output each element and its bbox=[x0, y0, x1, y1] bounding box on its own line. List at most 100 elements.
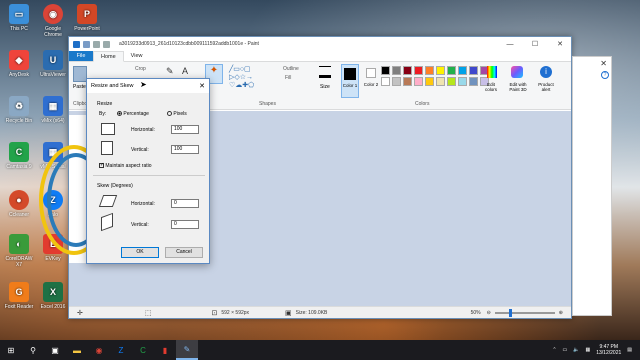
palette-swatch[interactable] bbox=[469, 77, 478, 86]
edit-paint3d-button[interactable]: Edit with Paint 3D bbox=[505, 82, 531, 92]
cancel-button[interactable]: Cancel bbox=[165, 247, 203, 258]
palette-swatch[interactable] bbox=[447, 66, 456, 75]
coreldraw-icon: ◐ bbox=[9, 234, 29, 254]
size-icon[interactable] bbox=[319, 66, 331, 78]
text-tool-icon[interactable]: A bbox=[182, 66, 188, 76]
palette-swatch[interactable] bbox=[436, 77, 445, 86]
palette-swatch[interactable] bbox=[447, 77, 456, 86]
palette-swatch[interactable] bbox=[469, 66, 478, 75]
percentage-radio[interactable] bbox=[117, 111, 122, 117]
start-button[interactable]: ⊞ bbox=[0, 340, 22, 360]
file-explorer-icon[interactable]: ▬ bbox=[66, 340, 88, 360]
chrome-taskbar-icon[interactable]: ◉ bbox=[88, 340, 110, 360]
image-dimensions: 592 × 592px bbox=[221, 309, 250, 316]
palette-swatch[interactable] bbox=[436, 66, 445, 75]
palette-swatch[interactable] bbox=[425, 77, 434, 86]
office-taskbar-icon[interactable]: ▮ bbox=[154, 340, 176, 360]
size-label: Size bbox=[320, 84, 330, 90]
zoom-level: 50% bbox=[470, 309, 481, 316]
zoom-slider[interactable] bbox=[494, 308, 555, 317]
desktop-icon-this-pc[interactable]: ▭ This PC bbox=[2, 4, 36, 32]
palette-swatch[interactable] bbox=[414, 77, 423, 86]
outline-dropdown[interactable]: Outline bbox=[283, 66, 299, 72]
zalo-taskbar-icon[interactable]: Z bbox=[110, 340, 132, 360]
volume-icon[interactable]: 🔈 bbox=[573, 347, 579, 353]
palette-swatch[interactable] bbox=[458, 66, 467, 75]
pixels-radio[interactable] bbox=[167, 111, 172, 117]
clock[interactable]: 9:47 PM 13/12/2021 bbox=[596, 344, 621, 356]
palette-swatch[interactable] bbox=[403, 66, 412, 75]
fill-dropdown[interactable]: Fill bbox=[285, 75, 291, 81]
palette-swatch[interactable] bbox=[403, 77, 412, 86]
maximize-button[interactable]: ☐ bbox=[524, 37, 546, 51]
search-icon[interactable]: ⚲ bbox=[22, 340, 44, 360]
tab-view[interactable]: View bbox=[124, 51, 150, 61]
shapes-group-label: Shapes bbox=[259, 101, 276, 107]
tab-home[interactable]: Home bbox=[93, 51, 124, 62]
chrome-icon: ◉ bbox=[43, 4, 63, 24]
color2-button[interactable]: Color 2 bbox=[363, 64, 379, 98]
palette-swatch[interactable] bbox=[392, 77, 401, 86]
palette-swatch[interactable] bbox=[425, 66, 434, 75]
desktop-icon-ultraviewer[interactable]: U UltraViewer bbox=[36, 50, 70, 78]
palette-swatch[interactable] bbox=[414, 66, 423, 75]
network-icon[interactable]: ▭ bbox=[563, 347, 568, 353]
shapes-gallery[interactable]: ╱▭○▢ ▷◇☆→ ♡☁✚⬠ bbox=[229, 66, 265, 92]
resize-horizontal-input[interactable]: 100 bbox=[171, 125, 199, 134]
desktop-icon-camtasia[interactable]: C Camtasia 9 bbox=[2, 142, 36, 170]
close-button[interactable]: ✕ bbox=[549, 37, 571, 51]
pencil-icon[interactable]: ✎ bbox=[166, 66, 180, 78]
tab-file[interactable]: File bbox=[69, 51, 93, 61]
move-icon: ✛ bbox=[77, 309, 83, 317]
pixels-option[interactable]: Pixels bbox=[167, 111, 187, 117]
camtasia-taskbar-icon[interactable]: C bbox=[132, 340, 154, 360]
maintain-aspect-checkbox[interactable]: ✓ bbox=[99, 163, 104, 169]
product-alert-button[interactable]: Product alert bbox=[535, 82, 557, 92]
language-indicator-icon[interactable]: ▦ bbox=[586, 347, 591, 353]
paste-icon[interactable] bbox=[73, 66, 87, 82]
paint-app-icon bbox=[73, 40, 80, 48]
file-size: Size: 109.0KB bbox=[295, 309, 328, 316]
edit-colors-button[interactable]: Edit colors bbox=[481, 82, 501, 92]
zoom-in-button[interactable]: ⊕ bbox=[559, 310, 563, 316]
dialog-close-icon[interactable]: ✕ bbox=[199, 82, 205, 90]
desktop-icon-recycle-bin[interactable]: ♻ Recycle Bin bbox=[2, 96, 36, 124]
paint-taskbar-icon[interactable]: ✎ bbox=[176, 340, 198, 360]
chevron-up-icon[interactable]: ⌃ bbox=[552, 347, 556, 353]
zoom-slider-thumb[interactable] bbox=[508, 308, 512, 317]
notifications-icon[interactable]: ▤ bbox=[627, 347, 632, 353]
skew-vertical-input[interactable]: 0 bbox=[171, 220, 199, 229]
palette-swatch[interactable] bbox=[381, 66, 390, 75]
palette-swatch[interactable] bbox=[381, 77, 390, 86]
desktop-icon-coreldraw[interactable]: ◐ CorelDRAW X7 bbox=[2, 234, 36, 268]
maintain-aspect-option[interactable]: ✓ Maintain aspect ratio bbox=[99, 163, 152, 169]
paint3d-icon[interactable] bbox=[511, 66, 523, 78]
desktop-icon-chrome[interactable]: ◉ Google Chrome bbox=[36, 4, 70, 38]
skew-horizontal-input[interactable]: 0 bbox=[171, 199, 199, 208]
background-close-icon[interactable]: ✕ bbox=[573, 57, 611, 70]
ok-button[interactable]: OK bbox=[121, 247, 159, 258]
percentage-option[interactable]: Percentage bbox=[117, 111, 149, 117]
save-icon[interactable] bbox=[83, 40, 90, 48]
desktop-icon-excel[interactable]: X Excel 2016 bbox=[36, 282, 70, 310]
desktop-icon-ccleaner[interactable]: ● Ccleaner bbox=[2, 190, 36, 218]
info-icon[interactable]: i bbox=[540, 66, 552, 78]
desktop-icon-powerpoint[interactable]: P PowerPoint bbox=[70, 4, 104, 32]
color1-button[interactable]: Color 1 bbox=[341, 64, 359, 98]
redo-icon[interactable] bbox=[103, 40, 110, 48]
color-palette bbox=[381, 66, 489, 86]
desktop-icon-foxit[interactable]: G Foxit Reader bbox=[2, 282, 36, 310]
crop-button[interactable]: Crop bbox=[135, 66, 146, 72]
desktop-icon-vmix[interactable]: ▦ vMix (x64) bbox=[36, 96, 70, 124]
zoom-out-button[interactable]: ⊖ bbox=[487, 310, 491, 316]
palette-swatch[interactable] bbox=[458, 77, 467, 86]
edit-colors-icon[interactable] bbox=[487, 66, 497, 78]
resize-horizontal-label: Horizontal: bbox=[131, 127, 155, 133]
minimize-button[interactable]: — bbox=[499, 37, 521, 51]
task-view-icon[interactable]: ▣ bbox=[44, 340, 66, 360]
undo-icon[interactable] bbox=[93, 40, 100, 48]
desktop-icon-anydesk[interactable]: ◆ AnyDesk bbox=[2, 50, 36, 78]
help-icon[interactable]: ? bbox=[601, 71, 609, 79]
palette-swatch[interactable] bbox=[392, 66, 401, 75]
resize-vertical-input[interactable]: 100 bbox=[171, 145, 199, 154]
